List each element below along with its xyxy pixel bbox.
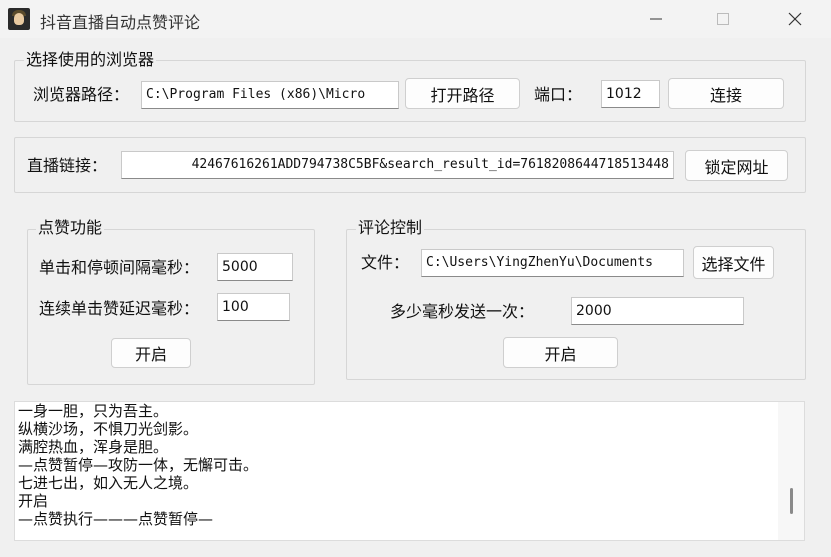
log-lines: 一身一胆，只为吾主。 纵横沙场，不惧刀光剑影。 满腔热血，浑身是胆。 —点赞暂停… — [18, 402, 258, 528]
maximize-icon — [717, 13, 729, 25]
log-line: 满腔热血，浑身是胆。 — [18, 438, 169, 456]
close-icon — [788, 12, 802, 26]
maximize-button[interactable] — [700, 0, 746, 38]
comment-group-legend: 评论控制 — [356, 218, 425, 237]
minimize-button[interactable] — [633, 0, 679, 38]
log-line: —点赞执行———点赞暂停— — [18, 510, 214, 528]
log-line: 一身一胆，只为吾主。 — [18, 402, 169, 420]
log-line: 七进七出，如入无人之境。 — [18, 474, 199, 492]
browser-group-legend: 选择使用的浏览器 — [24, 50, 157, 69]
like-delay-label: 连续单击赞延迟毫秒： — [39, 299, 200, 318]
browser-path-input[interactable]: C:\Program Files (x86)\Micro — [141, 81, 399, 109]
log-scrollbar[interactable] — [778, 402, 804, 540]
connect-button[interactable]: 连接 — [668, 78, 784, 109]
close-button[interactable] — [772, 0, 818, 38]
log-line: 开启 — [18, 492, 49, 510]
choose-file-button[interactable]: 选择文件 — [693, 246, 774, 279]
like-delay-input[interactable]: 100 — [217, 293, 290, 321]
log-line: 纵横沙场，不惧刀光剑影。 — [18, 420, 199, 438]
port-input[interactable]: 1012 — [601, 80, 660, 108]
live-link-label: 直播链接： — [27, 156, 108, 175]
app-icon — [8, 8, 30, 30]
open-path-button[interactable]: 打开路径 — [405, 78, 520, 109]
file-path-input[interactable]: C:\Users\YingZhenYu\Documents — [421, 249, 684, 277]
log-textarea[interactable]: 一身一胆，只为吾主。 纵横沙场，不惧刀光剑影。 满腔热血，浑身是胆。 —点赞暂停… — [14, 401, 805, 541]
click-interval-input[interactable]: 5000 — [217, 253, 293, 281]
lock-url-button[interactable]: 锁定网址 — [685, 150, 788, 181]
port-label: 端口： — [534, 85, 583, 104]
like-start-button[interactable]: 开启 — [111, 338, 191, 368]
click-interval-label: 单击和停顿间隔毫秒： — [39, 258, 200, 277]
send-interval-label: 多少毫秒发送一次： — [390, 302, 535, 321]
minimize-icon — [650, 18, 662, 20]
like-group-legend: 点赞功能 — [36, 218, 105, 237]
send-interval-input[interactable]: 2000 — [571, 297, 744, 325]
browser-path-label: 浏览器路径： — [33, 85, 130, 104]
comment-start-button[interactable]: 开启 — [503, 337, 618, 368]
window-title: 抖音直播自动点赞评论 — [40, 13, 201, 32]
log-scroll-thumb[interactable] — [790, 488, 793, 514]
live-link-input[interactable]: 42467616261ADD794738C5BF&search_result_i… — [121, 151, 674, 179]
title-bar[interactable]: 抖音直播自动点赞评论 — [0, 0, 831, 38]
file-label: 文件： — [361, 253, 410, 272]
log-line: —点赞暂停—攻防一体，无懈可击。 — [18, 456, 259, 474]
